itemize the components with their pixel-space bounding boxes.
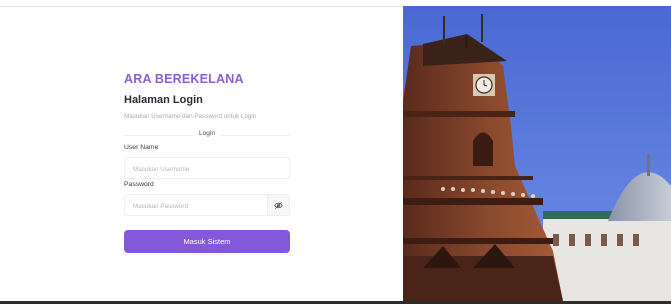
hero-image xyxy=(403,6,671,301)
brand-title: ARA BEREKELANA xyxy=(124,72,244,86)
password-field-wrap xyxy=(124,194,290,217)
username-field-wrap xyxy=(124,157,290,180)
minaret-tower-photo xyxy=(403,6,671,301)
username-input[interactable] xyxy=(125,159,289,180)
page-title: Halaman Login xyxy=(124,94,203,106)
section-label: Login xyxy=(193,130,221,137)
page-subtitle: Masukan Username dan Password untuk Logi… xyxy=(124,113,257,120)
login-panel: ARA BEREKELANA Halaman Login Masukan Use… xyxy=(0,7,403,301)
username-label: User Name xyxy=(124,144,159,151)
password-label: Password xyxy=(124,181,154,188)
eye-off-icon xyxy=(274,201,283,209)
submit-button[interactable]: Masuk Sistem xyxy=(124,230,290,253)
password-visibility-toggle[interactable] xyxy=(267,195,289,215)
password-input[interactable] xyxy=(125,196,268,217)
section-divider: Login xyxy=(124,130,290,140)
